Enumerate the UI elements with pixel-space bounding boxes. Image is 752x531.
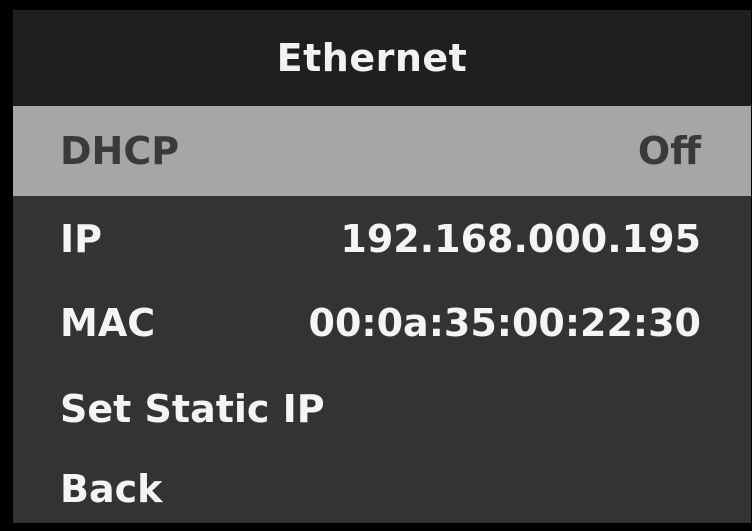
device-screen: Ethernet DHCP Off IP 192.168.000.195 MAC…: [0, 0, 752, 531]
dhcp-value: Off: [637, 129, 701, 173]
back-label: Back: [60, 467, 163, 511]
ip-value: 192.168.000.195: [340, 217, 701, 261]
menu-item-back[interactable]: Back: [13, 444, 751, 523]
menu-item-mac[interactable]: MAC 00:0a:35:00:22:30: [13, 278, 751, 368]
menu-header: Ethernet: [13, 10, 751, 106]
mac-label: MAC: [60, 301, 156, 345]
ethernet-menu-panel: Ethernet DHCP Off IP 192.168.000.195 MAC…: [13, 10, 751, 523]
menu-item-set-static-ip[interactable]: Set Static IP: [13, 364, 751, 454]
menu-item-dhcp[interactable]: DHCP Off: [13, 106, 751, 196]
dhcp-label: DHCP: [60, 129, 180, 173]
set-static-ip-label: Set Static IP: [60, 387, 325, 431]
mac-value: 00:0a:35:00:22:30: [308, 301, 701, 345]
ip-label: IP: [60, 217, 102, 261]
page-title: Ethernet: [276, 36, 468, 80]
menu-item-ip[interactable]: IP 192.168.000.195: [13, 194, 751, 284]
